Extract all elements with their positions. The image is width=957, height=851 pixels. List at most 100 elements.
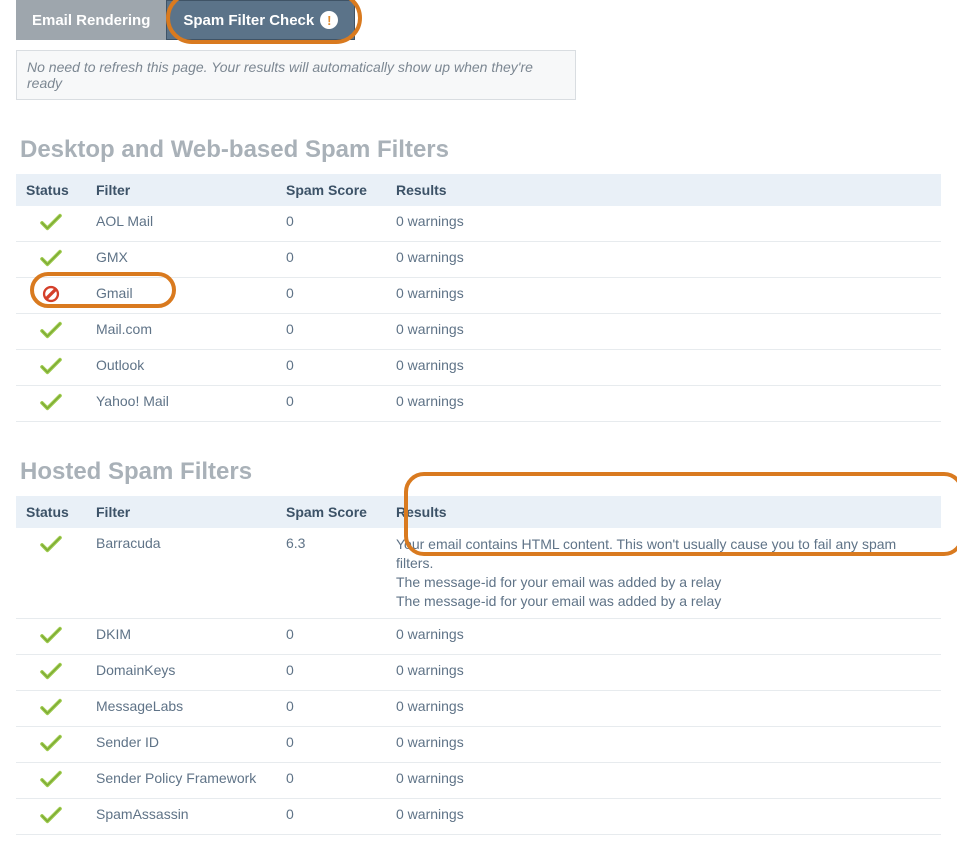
filter-name: DomainKeys [86,654,276,690]
table-row[interactable]: Sender Policy Framework00 warnings [16,762,941,798]
filter-name: Outlook [86,350,276,386]
filter-name: Sender ID [86,726,276,762]
check-icon [40,703,62,719]
table-row[interactable]: Barracuda6.3 Your email contains HTML con… [16,528,941,618]
col-header-score: Spam Score [276,496,386,528]
results-cell: 0 warnings [386,350,941,386]
table-row[interactable]: AOL Mail00 warnings [16,206,941,242]
status-cell [16,726,86,762]
spam-score: 0 [276,278,386,314]
table-row[interactable]: DomainKeys00 warnings [16,654,941,690]
check-icon [40,811,62,827]
check-icon [40,218,62,234]
check-icon [40,667,62,683]
table-row[interactable]: Mail.com00 warnings [16,314,941,350]
check-icon [40,739,62,755]
results-cell: 0 warnings [386,726,941,762]
check-icon [40,254,62,270]
check-icon [40,362,62,378]
filter-name: DKIM [86,618,276,654]
section-title-desktop: Desktop and Web-based Spam Filters [20,136,941,164]
spam-score: 0 [276,350,386,386]
table-row[interactable]: MessageLabs00 warnings [16,690,941,726]
spam-score: 0 [276,690,386,726]
filter-name: Mail.com [86,314,276,350]
spam-score: 0 [276,618,386,654]
status-cell [16,278,86,314]
check-icon [40,631,62,647]
check-icon [40,775,62,791]
status-cell [16,206,86,242]
results-line: The message-id for your email was added … [396,573,931,592]
filter-name: SpamAssassin [86,798,276,834]
section-title-hosted: Hosted Spam Filters [20,458,941,486]
filter-name: Gmail [86,278,276,314]
warning-badge-icon: ! [320,11,338,29]
status-cell [16,654,86,690]
tab-label: Email Rendering [32,12,150,29]
filter-name: MessageLabs [86,690,276,726]
tab-label: Spam Filter Check [183,12,314,29]
filter-name: AOL Mail [86,206,276,242]
check-icon [40,398,62,414]
status-cell [16,350,86,386]
status-cell [16,242,86,278]
results-cell: 0 warnings [386,206,941,242]
spam-score: 0 [276,762,386,798]
col-header-status: Status [16,496,86,528]
col-header-score: Spam Score [276,174,386,206]
table-row[interactable]: SpamAssassin00 warnings [16,798,941,834]
tab-spam-filter-check[interactable]: Spam Filter Check ! [166,0,355,40]
filter-name: GMX [86,242,276,278]
check-icon [40,326,62,342]
table-row[interactable]: Sender ID00 warnings [16,726,941,762]
results-cell: 0 warnings [386,762,941,798]
spam-score: 0 [276,206,386,242]
spam-score: 0 [276,242,386,278]
status-cell [16,798,86,834]
results-cell: 0 warnings [386,690,941,726]
results-cell: 0 warnings [386,386,941,422]
filter-name: Sender Policy Framework [86,762,276,798]
spam-score: 0 [276,798,386,834]
status-cell [16,762,86,798]
table-row[interactable]: Outlook00 warnings [16,350,941,386]
results-cell: 0 warnings [386,314,941,350]
block-icon [40,290,62,306]
results-line: Your email contains HTML content. This w… [396,535,931,573]
tabs-bar: Email Rendering Spam Filter Check ! [16,0,941,40]
status-cell [16,314,86,350]
status-cell [16,618,86,654]
hosted-filters-table: Status Filter Spam Score Results Barracu… [16,496,941,835]
table-row[interactable]: GMX00 warnings [16,242,941,278]
results-cell: 0 warnings [386,654,941,690]
table-row[interactable]: Gmail00 warnings [16,278,941,314]
desktop-filters-table: Status Filter Spam Score Results AOL Mai… [16,174,941,422]
table-row[interactable]: Yahoo! Mail00 warnings [16,386,941,422]
results-cell: 0 warnings [386,242,941,278]
status-cell [16,386,86,422]
results-cell: Your email contains HTML content. This w… [386,528,941,618]
filter-name: Yahoo! Mail [86,386,276,422]
spam-score: 0 [276,314,386,350]
results-cell: 0 warnings [386,278,941,314]
tab-email-rendering[interactable]: Email Rendering [16,0,166,40]
table-row[interactable]: DKIM00 warnings [16,618,941,654]
spam-score: 0 [276,654,386,690]
check-icon [40,540,62,556]
col-header-results: Results [386,496,941,528]
col-header-filter: Filter [86,174,276,206]
col-header-status: Status [16,174,86,206]
spam-score: 6.3 [276,528,386,618]
spam-score: 0 [276,726,386,762]
status-cell [16,528,86,618]
filter-name: Barracuda [86,528,276,618]
auto-refresh-notice: No need to refresh this page. Your resul… [16,50,576,100]
spam-score: 0 [276,386,386,422]
results-cell: 0 warnings [386,798,941,834]
col-header-filter: Filter [86,496,276,528]
results-cell: 0 warnings [386,618,941,654]
results-line: The message-id for your email was added … [396,592,931,611]
status-cell [16,690,86,726]
col-header-results: Results [386,174,941,206]
